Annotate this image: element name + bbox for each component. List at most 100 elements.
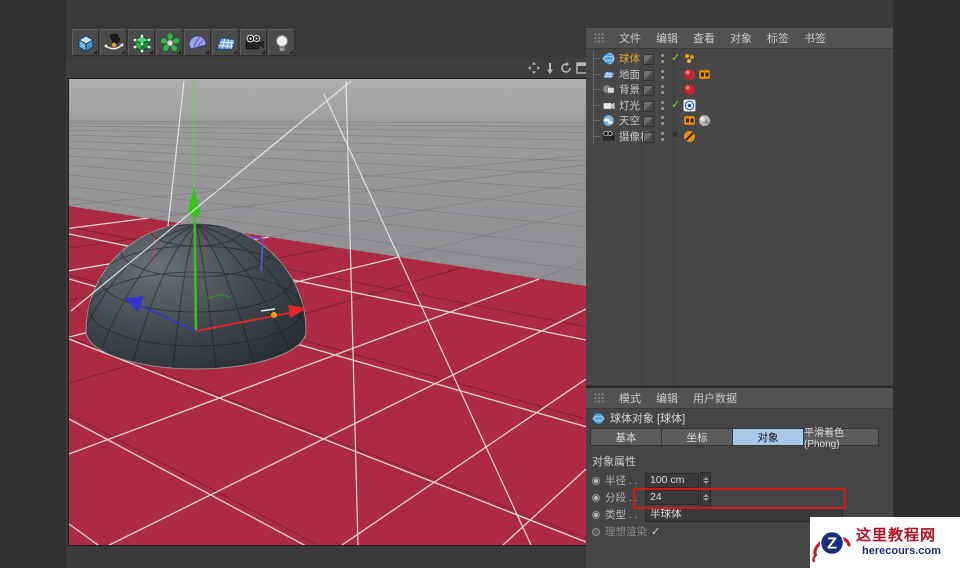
tab-object[interactable]: 对象	[733, 429, 804, 445]
keyframe-dot-icon[interactable]	[592, 493, 600, 502]
light-button[interactable]	[268, 29, 295, 56]
object-label[interactable]: 天空	[619, 113, 640, 128]
viewport-nav-controls	[527, 61, 588, 74]
viewport-menubar	[66, 58, 586, 79]
layer-box[interactable]	[643, 69, 654, 81]
om-menu-bookmarks[interactable]: 书签	[804, 30, 826, 46]
panel-grip-icon[interactable]	[594, 393, 604, 403]
target-tag-icon[interactable]	[683, 99, 696, 112]
attribute-tabs: 基本 坐标 对象 平滑着色(Phong)	[590, 428, 879, 450]
sky-object-icon	[602, 114, 615, 127]
segments-row: 分段 . . 24	[586, 489, 893, 506]
enable-check[interactable]: ✓	[671, 98, 680, 111]
zoom-icon[interactable]	[543, 61, 556, 74]
object-label[interactable]: 背景	[619, 82, 640, 97]
object-row-camera[interactable]: 摄像机 ✕	[586, 128, 893, 144]
editable-mesh-icon	[133, 34, 150, 52]
layer-box[interactable]	[643, 100, 654, 112]
am-menu-userdata[interactable]: 用户数据	[693, 390, 737, 406]
ideal-render-checkbox[interactable]: ✓	[651, 525, 660, 538]
rotate-icon[interactable]	[559, 61, 572, 74]
spline-pen-button[interactable]	[100, 29, 127, 56]
visibility-dots[interactable]	[661, 100, 664, 113]
keyframe-dot-icon[interactable]	[592, 510, 600, 519]
layer-box[interactable]	[643, 116, 654, 127]
am-menu-mode[interactable]: 模式	[619, 390, 641, 406]
object-label[interactable]: 地面	[619, 67, 640, 82]
am-menu-edit[interactable]: 编辑	[656, 390, 678, 406]
texture-tag-icon[interactable]	[698, 114, 711, 127]
background-object-icon	[602, 84, 615, 94]
watermark: Z 这里教程网 herecours.com	[810, 517, 960, 568]
shell-button[interactable]	[184, 29, 211, 56]
object-label[interactable]: 球体	[619, 51, 640, 66]
floor-grid-button[interactable]	[212, 29, 239, 56]
enable-check[interactable]: ✓	[671, 51, 680, 64]
keyframe-dot-icon[interactable]	[592, 527, 600, 536]
axis-y-shaft[interactable]	[193, 212, 198, 331]
visibility-dots[interactable]	[661, 131, 664, 144]
object-label[interactable]: 灯光	[619, 98, 640, 113]
camera-object-icon	[603, 130, 615, 141]
material-tag-red-icon[interactable]	[683, 83, 696, 96]
object-manager: 文件 编辑 查看 对象 标签 书签 球体 ✓ 地面 背景 灯光 ✓ 天空 摄像机…	[586, 28, 893, 385]
array-flower-icon	[159, 32, 180, 52]
om-menu-tags[interactable]: 标签	[767, 30, 789, 46]
floor-grid-icon	[215, 36, 236, 49]
scene-canvas	[69, 79, 586, 545]
watermark-logo-icon: Z	[812, 530, 851, 562]
sky	[69, 79, 586, 120]
camera-toolbar-icon	[245, 34, 264, 49]
panel-grip-icon[interactable]	[594, 33, 604, 43]
light-object-icon	[603, 102, 615, 110]
visibility-dots[interactable]	[661, 85, 664, 97]
tab-phong[interactable]: 平滑着色(Phong)	[804, 428, 878, 450]
radius-label: 半径 . .	[605, 475, 638, 487]
compositing-tag-icon[interactable]	[698, 68, 711, 81]
segments-field[interactable]: 24	[645, 490, 699, 505]
radius-stepper[interactable]	[700, 472, 711, 489]
shell-icon	[188, 34, 207, 50]
om-menu-edit[interactable]: 编辑	[656, 30, 678, 46]
tab-basic[interactable]: 基本	[591, 429, 662, 445]
tab-coordinates[interactable]: 坐标	[662, 429, 733, 445]
watermark-url[interactable]: herecours.com	[862, 545, 941, 557]
phong-tag-icon[interactable]	[683, 52, 696, 65]
viewport-3d[interactable]	[68, 78, 587, 546]
main-toolbar	[72, 29, 295, 58]
object-row-floor[interactable]: 地面	[586, 66, 893, 82]
primitive-cube-icon	[77, 34, 94, 52]
svg-text:Z: Z	[827, 535, 837, 552]
camera-toggle-icon[interactable]: ✕	[671, 130, 679, 141]
object-row-background[interactable]: 背景	[586, 82, 893, 98]
keyframe-dot-icon[interactable]	[592, 476, 600, 485]
right-edge-strip	[893, 0, 960, 568]
protection-tag-icon[interactable]	[683, 130, 696, 143]
object-row-light[interactable]: 灯光 ✓	[586, 97, 893, 113]
compositing-tag-icon[interactable]	[683, 114, 696, 127]
object-row-sky[interactable]: 天空	[586, 113, 893, 129]
sphere-object-icon	[592, 412, 605, 424]
visibility-dots[interactable]	[661, 116, 664, 128]
radius-field[interactable]: 100 cm	[645, 473, 699, 488]
segments-stepper[interactable]	[700, 489, 711, 506]
layer-box[interactable]	[643, 131, 654, 143]
om-menu-view[interactable]: 查看	[693, 30, 715, 46]
layer-box[interactable]	[643, 54, 654, 65]
primitive-cube-button[interactable]	[72, 29, 99, 56]
material-tag-red-icon[interactable]	[683, 68, 696, 81]
visibility-dots[interactable]	[661, 69, 664, 82]
attribute-object-title: 球体对象 [球体]	[610, 413, 686, 425]
layer-box[interactable]	[643, 85, 654, 96]
om-menu-object[interactable]: 对象	[730, 30, 752, 46]
object-row-sphere[interactable]: 球体 ✓	[586, 51, 893, 67]
editable-mesh-button[interactable]	[128, 29, 155, 56]
watermark-title: 这里教程网	[856, 527, 937, 545]
axis-x-handle-dot[interactable]	[271, 312, 277, 318]
om-menu-file[interactable]: 文件	[619, 30, 641, 46]
pan-icon[interactable]	[527, 61, 540, 74]
section-object-properties: 对象属性	[592, 456, 636, 468]
visibility-dots[interactable]	[661, 54, 664, 66]
camera-button[interactable]	[240, 29, 267, 56]
array-flower-button[interactable]	[156, 29, 183, 56]
